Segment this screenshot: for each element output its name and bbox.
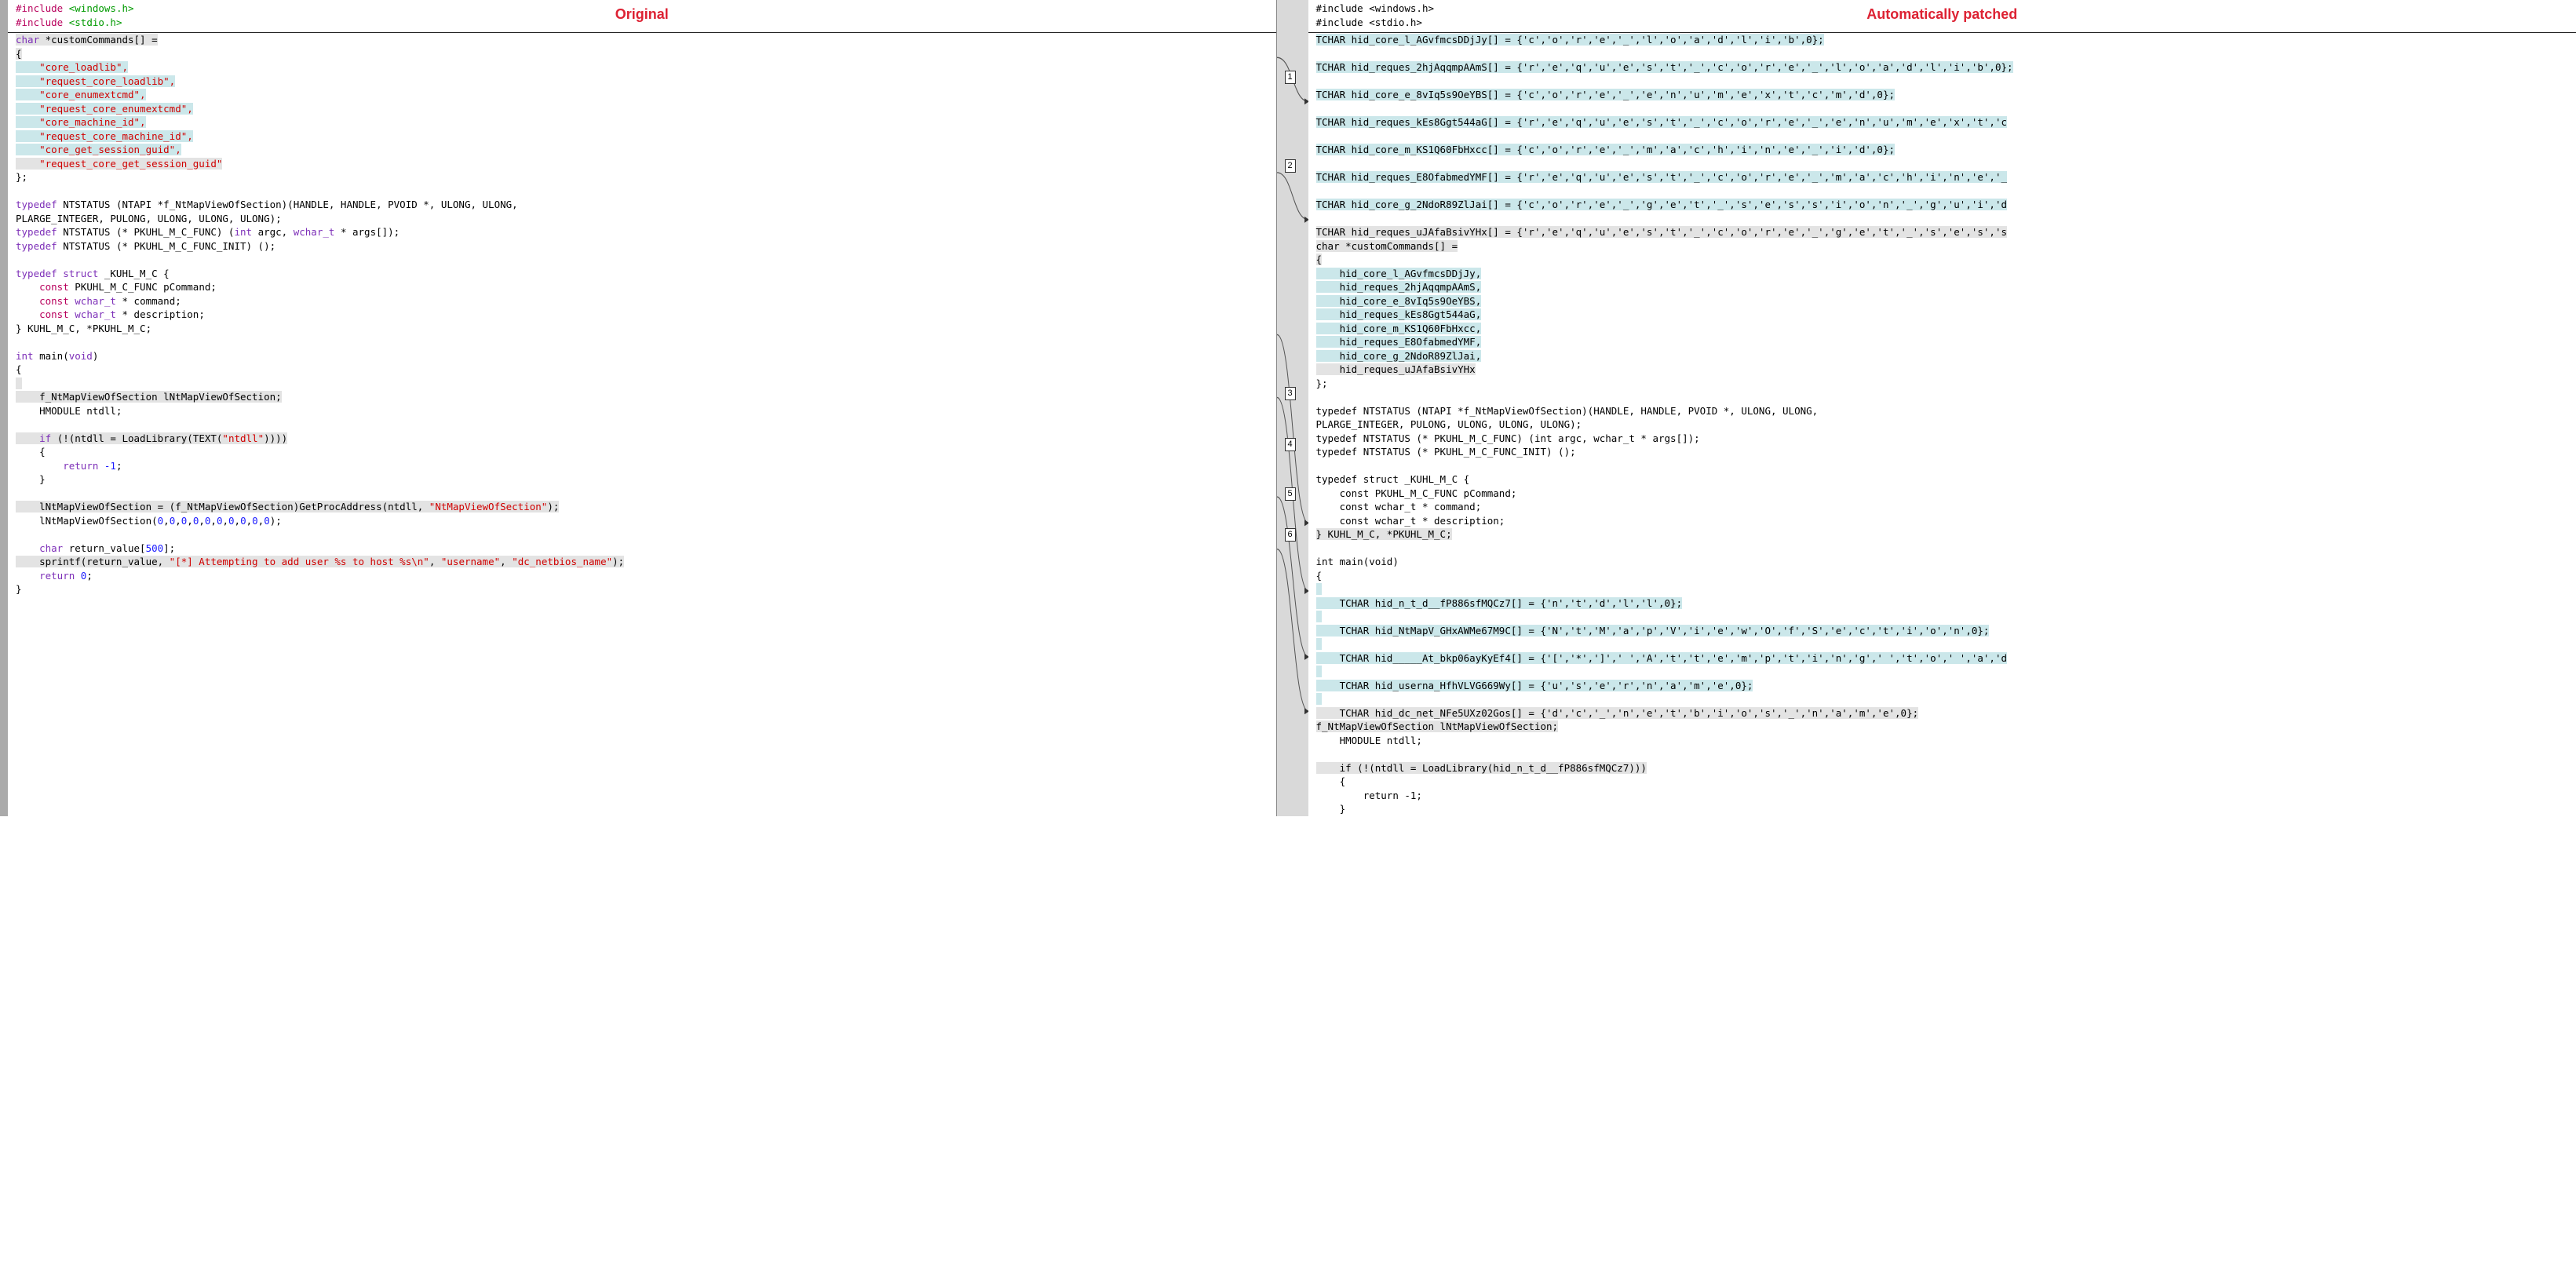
typedef-line: PLARGE_INTEGER, PULONG, ULONG, ULONG, UL… xyxy=(16,213,282,224)
typedef-line: typedef NTSTATUS (* PKUHL_M_C_FUNC_INIT)… xyxy=(1316,446,1576,458)
cc-item: hid_core_m_KS1Q60FbHxcc, xyxy=(1316,323,1482,334)
diff-container: Original #include <windows.h> #include <… xyxy=(0,0,2576,816)
connector-svg xyxy=(1277,0,1308,816)
cc-item: "request_core_enumextcmd", xyxy=(39,103,193,115)
struct-field: const PKUHL_M_C_FUNC pCommand; xyxy=(1316,487,1517,499)
cc-item: "core_machine_id", xyxy=(39,116,145,128)
left-margin xyxy=(0,0,8,816)
code-line: return -1; xyxy=(1316,790,1422,801)
tchar-line: TCHAR hid_userna_HfhVLVG669Wy[] = {'u','… xyxy=(1316,680,1753,691)
left-pane: Original #include <windows.h> #include <… xyxy=(8,0,1277,816)
right-pane: Automatically patched #include <windows.… xyxy=(1308,0,2576,816)
cc-decl: char *customCommands[] = xyxy=(1316,240,1458,252)
cc-item: "request_core_loadlib", xyxy=(39,75,175,87)
main-open: { xyxy=(1316,570,1323,582)
main-open: { xyxy=(16,363,22,375)
cc-item: "request_core_get_session_guid" xyxy=(39,158,222,170)
cc-item: hid_reques_E8OfabmedYMF, xyxy=(1316,336,1482,348)
typedef-line: typedef NTSTATUS (* PKUHL_M_C_FUNC) (int… xyxy=(1316,432,1700,444)
code-line: } xyxy=(16,473,46,485)
struct-close: } KUHL_M_C, *PKUHL_M_C; xyxy=(1316,528,1452,540)
cc-item: "core_loadlib", xyxy=(39,61,128,73)
tchar-line: TCHAR hid_core_l_AGvfmcsDDjJy[] = {'c','… xyxy=(1316,34,1824,46)
cc-item: "request_core_machine_id", xyxy=(39,130,193,142)
left-title: Original xyxy=(615,5,669,24)
tchar-line: TCHAR hid_core_e_8vIq5s9OeYBS[] = {'c','… xyxy=(1316,89,1896,100)
cc-item: hid_core_e_8vIq5s9OeYBS, xyxy=(1316,295,1482,307)
cc-close: }; xyxy=(1316,378,1328,389)
code-line: HMODULE ntdll; xyxy=(16,405,122,417)
code-line: { xyxy=(16,446,46,458)
left-code: char *customCommands[] = { "core_loadlib… xyxy=(8,33,1276,596)
tchar-line: TCHAR hid_reques_kEs8Ggt544aG[] = {'r','… xyxy=(1316,116,2008,128)
struct-decl: typedef struct _KUHL_M_C { xyxy=(1316,473,1470,485)
typedef-line: PLARGE_INTEGER, PULONG, ULONG, ULONG, UL… xyxy=(1316,418,1582,430)
tchar-line: TCHAR hid_core_m_KS1Q60FbHxcc[] = {'c','… xyxy=(1316,144,1896,155)
tchar-line: TCHAR hid_reques_E8OfabmedYMF[] = {'r','… xyxy=(1316,171,2008,183)
code-line: HMODULE ntdll; xyxy=(1316,735,1422,746)
code-line: f_NtMapViewOfSection lNtMapViewOfSection… xyxy=(16,391,282,403)
tchar-line: TCHAR hid_reques_uJAfaBsivYHx[] = {'r','… xyxy=(1316,226,2008,238)
code-line: { xyxy=(1316,775,1346,787)
code-line: f_NtMapViewOfSection lNtMapViewOfSection… xyxy=(1316,720,1559,732)
cc-item: "core_enumextcmd", xyxy=(39,89,145,100)
cc-item: hid_reques_uJAfaBsivYHx xyxy=(1316,363,1476,375)
code-line: } xyxy=(1316,803,1346,815)
cc-item: hid_reques_2hjAqqmpAAmS, xyxy=(1316,281,1482,293)
struct-field: const wchar_t * command; xyxy=(1316,501,1482,512)
typedef-line: typedef NTSTATUS (NTAPI *f_NtMapViewOfSe… xyxy=(1316,405,1819,417)
tchar-line: TCHAR hid_dc_net_NFe5UXz02Gos[] = {'d','… xyxy=(1316,707,1919,719)
struct-close: } KUHL_M_C, *PKUHL_M_C; xyxy=(16,323,151,334)
tchar-line: TCHAR hid_n_t_d__fP886sfMQCz7[] = {'n','… xyxy=(1316,597,1683,609)
right-title: Automatically patched xyxy=(1866,5,2017,24)
cc-open: { xyxy=(1316,254,1323,265)
right-code: TCHAR hid_core_l_AGvfmcsDDjJy[] = {'c','… xyxy=(1308,33,2576,816)
tchar-line: TCHAR hid_core_g_2NdoR89ZlJai[] = {'c','… xyxy=(1316,199,2008,210)
diff-gutter: 1 2 3 4 5 6 xyxy=(1277,0,1308,816)
tchar-line: TCHAR hid_NtMapV_GHxAWMe67M9C[] = {'N','… xyxy=(1316,625,1990,636)
main-close: } xyxy=(16,583,22,595)
main-sig: int main(void) xyxy=(1316,556,1399,567)
cc-item: hid_core_g_2NdoR89ZlJai, xyxy=(1316,350,1482,362)
tchar-line: TCHAR hid_____At_bkp06ayKyEf4[] = {'[','… xyxy=(1316,652,2008,664)
cc-close: }; xyxy=(16,171,27,183)
cc-item: hid_reques_kEs8Ggt544aG, xyxy=(1316,308,1482,320)
cc-item: hid_core_l_AGvfmcsDDjJy, xyxy=(1316,268,1482,279)
tchar-line: TCHAR hid_reques_2hjAqqmpAAmS[] = {'r','… xyxy=(1316,61,2013,73)
struct-field: const wchar_t * description; xyxy=(1316,515,1505,527)
code-line: if (!(ntdll = LoadLibrary(hid_n_t_d__fP8… xyxy=(1316,762,1647,774)
cc-item: "core_get_session_guid", xyxy=(39,144,181,155)
